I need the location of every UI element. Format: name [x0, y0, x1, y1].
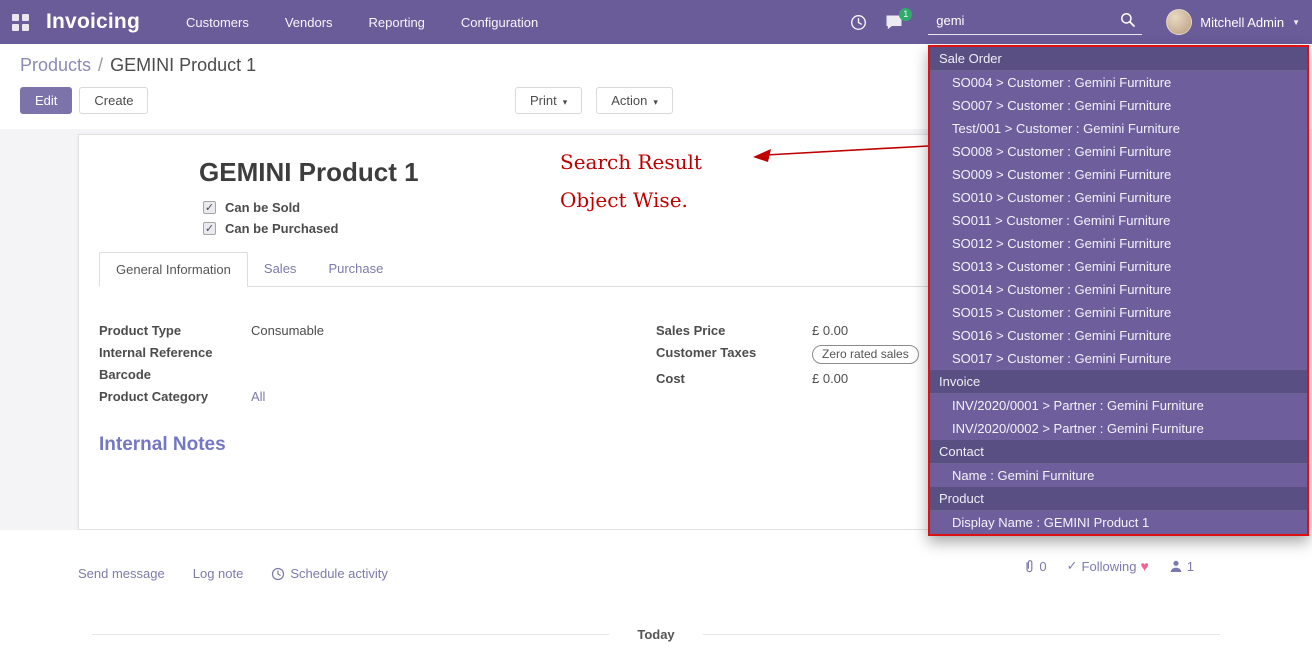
search-result-item[interactable]: SO015 > Customer : Gemini Furniture — [930, 301, 1307, 324]
search-icon[interactable] — [1120, 12, 1136, 31]
schedule-activity-link[interactable]: Schedule activity — [271, 566, 388, 581]
search-result-item[interactable]: SO017 > Customer : Gemini Furniture — [930, 347, 1307, 370]
edit-button[interactable]: Edit — [20, 87, 72, 114]
clock-icon — [271, 567, 285, 581]
app-title[interactable]: Invoicing — [46, 10, 140, 34]
nav-menu-configuration[interactable]: Configuration — [461, 15, 538, 30]
chevron-down-icon: ▾ — [563, 97, 568, 107]
product-type-label: Product Type — [99, 323, 251, 338]
user-name: Mitchell Admin — [1200, 15, 1284, 30]
product-type-value: Consumable — [251, 323, 561, 338]
search-result-item[interactable]: Name : Gemini Furniture — [930, 464, 1307, 487]
search-result-item[interactable]: Display Name : GEMINI Product 1 — [930, 511, 1307, 534]
search-result-item[interactable]: SO014 > Customer : Gemini Furniture — [930, 278, 1307, 301]
search-result-item[interactable]: INV/2020/0001 > Partner : Gemini Furnitu… — [930, 394, 1307, 417]
action-label: Action — [611, 93, 647, 108]
nav-menu-customers[interactable]: Customers — [186, 15, 249, 30]
chevron-down-icon: ▾ — [653, 97, 658, 107]
following-label: Following — [1082, 559, 1137, 574]
search-result-item[interactable]: SO008 > Customer : Gemini Furniture — [930, 140, 1307, 163]
search-group-header-invoice: Invoice — [930, 370, 1307, 394]
breadcrumb-current: GEMINI Product 1 — [110, 55, 256, 75]
annotation-text: Search Result Object Wise. — [560, 143, 702, 219]
tab-purchase[interactable]: Purchase — [312, 252, 399, 286]
followers-counter[interactable]: 1 — [1169, 559, 1194, 574]
log-note-link[interactable]: Log note — [193, 566, 244, 581]
tab-general-information[interactable]: General Information — [99, 252, 248, 287]
internal-reference-label: Internal Reference — [99, 345, 251, 360]
print-label: Print — [530, 93, 557, 108]
search-input[interactable] — [928, 10, 1142, 35]
barcode-label: Barcode — [99, 367, 251, 382]
breadcrumb-separator: / — [98, 55, 103, 75]
heart-icon: ♥ — [1140, 558, 1148, 574]
search-group-header-contact: Contact — [930, 440, 1307, 464]
search-results-dropdown: Sale Order SO004 > Customer : Gemini Fur… — [928, 45, 1309, 536]
global-search — [928, 10, 1142, 35]
chatter: Send message Log note Schedule activity … — [0, 530, 1312, 642]
customer-taxes-label: Customer Taxes — [656, 345, 812, 364]
paperclip-icon — [1023, 559, 1035, 574]
divider-line — [703, 634, 1220, 635]
activities-clock-icon[interactable] — [850, 14, 867, 31]
barcode-value — [251, 367, 561, 382]
send-message-link[interactable]: Send message — [78, 566, 165, 581]
print-dropdown-button[interactable]: Print ▾ — [515, 87, 582, 114]
search-result-item[interactable]: SO013 > Customer : Gemini Furniture — [930, 255, 1307, 278]
internal-reference-value — [251, 345, 561, 360]
message-count-badge: 1 — [899, 8, 912, 21]
sales-price-label: Sales Price — [656, 323, 812, 338]
search-result-item[interactable]: SO009 > Customer : Gemini Furniture — [930, 163, 1307, 186]
navbar-systray: 1 Mitchell Admin ▼ — [850, 9, 1300, 35]
cost-label: Cost — [656, 371, 812, 386]
product-category-value[interactable]: All — [251, 389, 561, 404]
chevron-down-icon: ▼ — [1292, 18, 1300, 27]
divider-line — [92, 634, 609, 635]
search-result-item[interactable]: SO016 > Customer : Gemini Furniture — [930, 324, 1307, 347]
search-result-item[interactable]: Test/001 > Customer : Gemini Furniture — [930, 117, 1307, 140]
main-menu: Customers Vendors Reporting Configuratio… — [186, 15, 538, 30]
annotation-arrow — [750, 137, 935, 165]
follower-count: 1 — [1187, 559, 1194, 574]
search-group-header-product: Product — [930, 487, 1307, 511]
annotation-line1: Search Result — [560, 143, 702, 181]
check-icon: ✓ — [1067, 558, 1078, 574]
search-result-item[interactable]: SO007 > Customer : Gemini Furniture — [930, 94, 1307, 117]
top-navbar: Invoicing Customers Vendors Reporting Co… — [0, 0, 1312, 44]
today-label: Today — [637, 627, 674, 642]
product-category-label: Product Category — [99, 389, 251, 404]
user-menu[interactable]: Mitchell Admin ▼ — [1166, 9, 1300, 35]
nav-menu-reporting[interactable]: Reporting — [369, 15, 425, 30]
can-be-sold-label: Can be Sold — [225, 200, 300, 215]
schedule-activity-label: Schedule activity — [290, 566, 388, 581]
create-button[interactable]: Create — [79, 87, 148, 114]
following-toggle[interactable]: ✓ Following ♥ — [1067, 558, 1149, 574]
today-divider: Today — [78, 627, 1234, 642]
person-icon — [1169, 559, 1183, 573]
search-group-header-sale-order: Sale Order — [930, 47, 1307, 71]
can-be-purchased-label: Can be Purchased — [225, 221, 338, 236]
search-result-item[interactable]: SO011 > Customer : Gemini Furniture — [930, 209, 1307, 232]
tab-sales[interactable]: Sales — [248, 252, 313, 286]
search-result-item[interactable]: SO010 > Customer : Gemini Furniture — [930, 186, 1307, 209]
search-result-item[interactable]: INV/2020/0002 > Partner : Gemini Furnitu… — [930, 417, 1307, 440]
customer-taxes-tag[interactable]: Zero rated sales — [812, 345, 919, 364]
can-be-sold-checkbox[interactable]: ✓ — [203, 201, 216, 214]
action-dropdown-button[interactable]: Action ▾ — [596, 87, 673, 114]
attachment-count: 0 — [1039, 559, 1046, 574]
avatar — [1166, 9, 1192, 35]
search-result-item[interactable]: SO004 > Customer : Gemini Furniture — [930, 71, 1307, 94]
chatter-meta: 0 ✓ Following ♥ 1 — [1023, 558, 1194, 574]
annotation-line2: Object Wise. — [560, 181, 702, 219]
apps-menu-icon[interactable] — [12, 14, 30, 31]
search-result-item[interactable]: SO012 > Customer : Gemini Furniture — [930, 232, 1307, 255]
breadcrumb-products-link[interactable]: Products — [20, 55, 91, 75]
attachments-counter[interactable]: 0 — [1023, 559, 1046, 574]
messages-icon[interactable]: 1 — [885, 14, 904, 31]
can-be-purchased-checkbox[interactable]: ✓ — [203, 222, 216, 235]
nav-menu-vendors[interactable]: Vendors — [285, 15, 333, 30]
